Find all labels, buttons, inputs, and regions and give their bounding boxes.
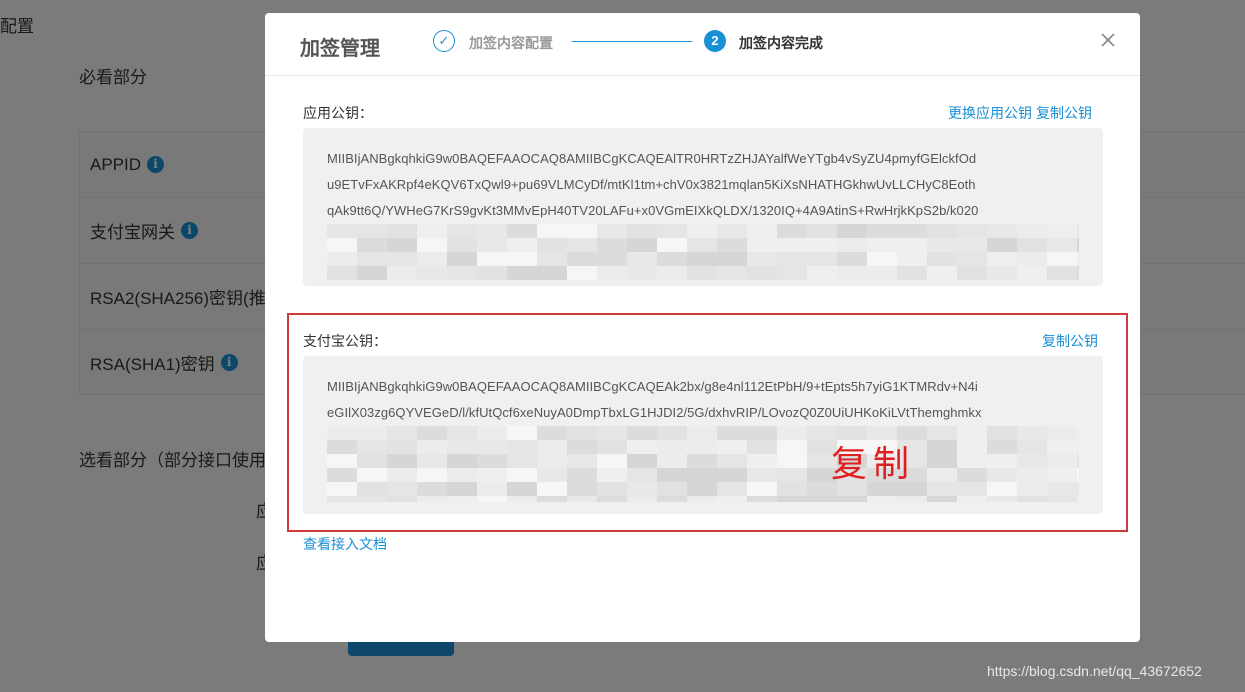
- watermark: https://blog.csdn.net/qq_43672652: [987, 663, 1202, 679]
- app-public-key-label: 应用公钥：: [303, 105, 373, 121]
- app-public-key-box: MIIBIjANBgkqhkiG9w0BAQEFAAOCAQ8AMIIBCgKC…: [303, 128, 1103, 286]
- copy-app-key-link[interactable]: 复制公钥: [1036, 105, 1092, 121]
- step-2-number: 2: [704, 30, 726, 52]
- view-docs-link[interactable]: 查看接入文档: [303, 534, 387, 554]
- copy-annotation: 复制: [831, 444, 916, 485]
- close-icon[interactable]: [1098, 30, 1118, 50]
- key-line: u9ETvFxAKRpf4eKQV6TxQwl9+pu69VLMCyDf/mtK…: [327, 177, 976, 192]
- key-line: MIIBIjANBgkqhkiG9w0BAQEFAAOCAQ8AMIIBCgKC…: [327, 151, 977, 166]
- check-icon: ✓: [433, 30, 455, 52]
- modal-header: 加签管理 ✓ 加签内容配置 2 加签内容完成: [265, 13, 1140, 76]
- key-line: MIIBIjANBgkqhkiG9w0BAQEFAAOCAQ8AMIIBCgKC…: [327, 379, 978, 394]
- alipay-public-key-label: 支付宝公钥：: [303, 333, 387, 349]
- modal-title: 加签管理: [300, 38, 380, 60]
- key-line: eGIlX03zg6QYVEGeD/l/kfUtQcf6xeNuyA0DmpTb…: [327, 405, 982, 420]
- step-connector: [572, 41, 692, 42]
- step-2-label: 加签内容完成: [739, 35, 823, 51]
- step-1-label: 加签内容配置: [469, 35, 553, 51]
- key-line: qAk9tt6Q/YWHeG7KrS9gvKt3MMvEpH40TV20LAFu…: [327, 203, 979, 218]
- sign-management-modal: 加签管理 ✓ 加签内容配置 2 加签内容完成 应用公钥： 更换应用公钥 复制公钥 …: [265, 13, 1140, 642]
- change-app-key-link[interactable]: 更换应用公钥: [948, 105, 1032, 121]
- copy-alipay-key-link[interactable]: 复制公钥: [1042, 331, 1098, 351]
- redacted-key-mosaic: [327, 426, 1079, 502]
- alipay-public-key-box: MIIBIjANBgkqhkiG9w0BAQEFAAOCAQ8AMIIBCgKC…: [303, 356, 1103, 514]
- redacted-key-mosaic: [327, 224, 1079, 280]
